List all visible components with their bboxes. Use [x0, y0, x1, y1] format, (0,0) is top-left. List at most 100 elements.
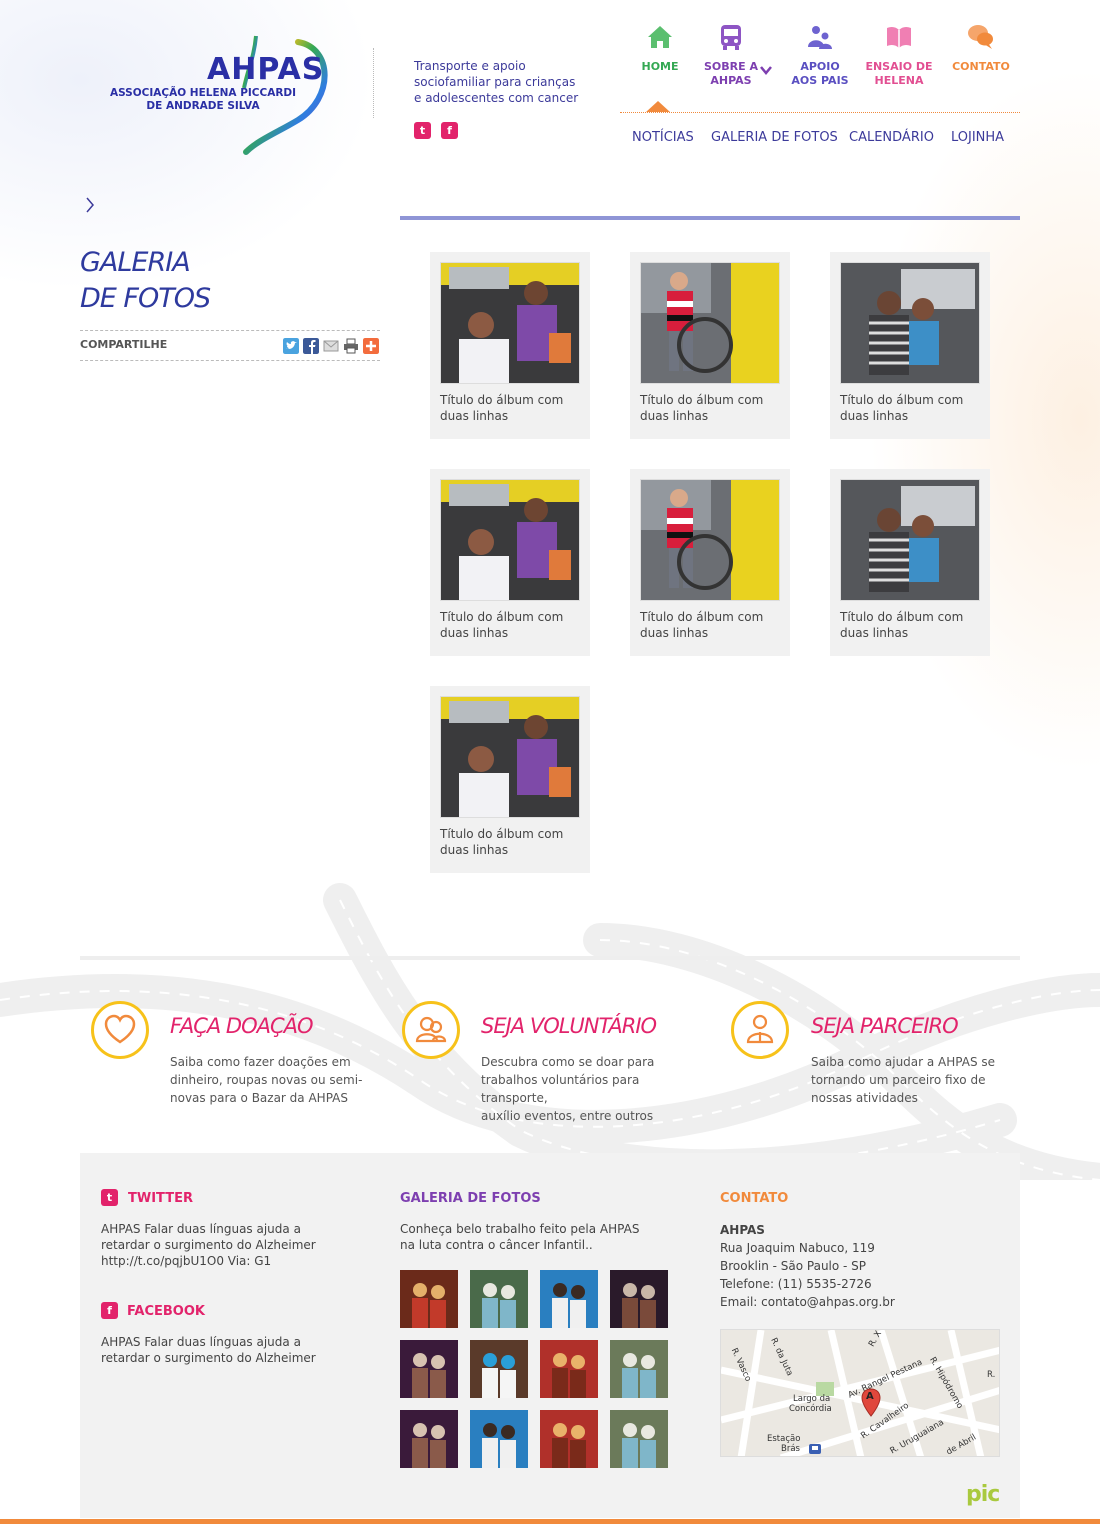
pic-credit-logo[interactable]: pic	[966, 1482, 1000, 1507]
album-photo[interactable]	[640, 479, 780, 601]
facebook-line2: retardar o surgimento do Alzheimer	[101, 1351, 316, 1365]
subnav-galeria[interactable]: GALERIA DE FOTOS	[711, 130, 838, 145]
chat-icon	[968, 25, 993, 49]
tagline-line2: sociofamiliar para crianças	[414, 75, 576, 89]
album-card[interactable]: Título do álbum com duas linhas	[430, 469, 590, 656]
cta-donate-title[interactable]: FAÇA DOAÇÃO	[170, 1014, 314, 1038]
album-card[interactable]: Título do álbum com duas linhas	[630, 469, 790, 656]
nav-active-indicator	[646, 101, 670, 112]
footer-gallery-title[interactable]: GALERIA DE FOTOS	[400, 1191, 541, 1206]
logo-wordmark[interactable]: AHPAS	[207, 52, 324, 87]
album-card[interactable]: Título do álbum com duas linhas	[430, 686, 590, 873]
album-title-line1: Título do álbum com	[440, 610, 564, 624]
people-icon	[808, 26, 832, 49]
heart-icon	[104, 1014, 136, 1044]
map-label-concordia: Concórdia	[789, 1404, 832, 1414]
cta-divider	[80, 956, 1020, 960]
twitter-icon[interactable]: t	[414, 122, 431, 139]
footer-thumbnail[interactable]	[470, 1340, 528, 1398]
nav-sobre-label2: AHPAS	[710, 74, 752, 87]
album-title-line1: Título do álbum com	[440, 827, 564, 841]
chevron-right-icon[interactable]	[84, 196, 96, 214]
subnav-lojinha[interactable]: LOJINHA	[951, 130, 1004, 145]
facebook-icon[interactable]: f	[441, 122, 458, 139]
album-title-line1: Título do álbum com	[840, 610, 964, 624]
map-label-r: R.	[987, 1370, 996, 1380]
footer-contact-title[interactable]: CONTATO	[720, 1191, 788, 1206]
contact-city: Brooklin - São Paulo - SP	[720, 1259, 867, 1273]
contact-phone: Telefone: (11) 5535-2726	[720, 1277, 872, 1291]
nav-home-label: HOME	[641, 60, 679, 73]
album-title-line2: duas linhas	[840, 409, 909, 423]
facebook-line1: AHPAS Falar duas línguas ajuda a	[101, 1335, 301, 1349]
footer-thumbnail[interactable]	[400, 1270, 458, 1328]
book-icon	[887, 26, 911, 48]
footer-thumbnail[interactable]	[470, 1270, 528, 1328]
footer-thumbnail[interactable]	[540, 1340, 598, 1398]
share-email-icon[interactable]	[323, 338, 339, 354]
footer-facebook-icon[interactable]: f	[101, 1302, 118, 1319]
footer-thumbnail[interactable]	[400, 1340, 458, 1398]
album-title: Título do álbum com duas linhas	[840, 392, 985, 424]
album-photo[interactable]	[840, 479, 980, 601]
footer-thumbnail[interactable]	[610, 1340, 668, 1398]
album-card[interactable]: Título do álbum com duas linhas	[830, 252, 990, 439]
footer-facebook-title[interactable]: FACEBOOK	[127, 1304, 205, 1319]
nav-home[interactable]: HOME	[620, 22, 700, 74]
album-title-line2: duas linhas	[640, 409, 709, 423]
location-map[interactable]: Largo da Concórdia Estação Brás R. Vasco…	[720, 1329, 1000, 1457]
footer-twitter-icon[interactable]: t	[101, 1189, 118, 1206]
contact-email[interactable]: Email: contato@ahpas.org.br	[720, 1293, 1000, 1311]
footer-thumbnail[interactable]	[540, 1410, 598, 1468]
nav-contato[interactable]: CONTATO	[941, 22, 1021, 74]
chevron-down-icon[interactable]	[759, 64, 773, 76]
footer-twitter-title[interactable]: TWITTER	[128, 1191, 193, 1206]
album-title: Título do álbum com duas linhas	[440, 609, 585, 641]
album-title-line1: Título do álbum com	[640, 610, 764, 624]
album-photo[interactable]	[440, 479, 580, 601]
cta-volunteer-title[interactable]: SEJA VOLUNTÁRIO	[481, 1014, 657, 1038]
nav-sobre[interactable]: SOBRE A AHPAS	[691, 22, 771, 88]
footer-thumbnail[interactable]	[540, 1270, 598, 1328]
album-card[interactable]: Título do álbum com duas linhas	[630, 252, 790, 439]
album-title-line2: duas linhas	[440, 843, 509, 857]
share-plus-icon[interactable]	[363, 338, 379, 354]
tweet-link[interactable]: http://t.co/pqjbU1O0 Via: G1	[101, 1253, 341, 1269]
album-card[interactable]: Título do álbum com duas linhas	[830, 469, 990, 656]
footer-thumbnail[interactable]	[400, 1410, 458, 1468]
nav-apoio[interactable]: APOIO AOS PAIS	[780, 22, 860, 88]
cta-partner-line2: tornando um parceiro fixo de	[811, 1073, 986, 1087]
album-title: Título do álbum com duas linhas	[840, 609, 985, 641]
album-photo[interactable]	[440, 262, 580, 384]
page-title-line1: GALERIA	[80, 247, 191, 278]
album-photo[interactable]	[640, 262, 780, 384]
footer-thumbnail[interactable]	[610, 1270, 668, 1328]
footer-thumbnail[interactable]	[470, 1410, 528, 1468]
nav-ensaio-label2: HELENA	[874, 74, 924, 87]
album-title-line1: Título do álbum com	[640, 393, 764, 407]
volunteers-icon	[415, 1016, 447, 1043]
footer-thumbnail[interactable]	[610, 1410, 668, 1468]
cta-partner-circle[interactable]	[731, 1001, 789, 1059]
cta-volunteer-text: Descubra como se doar para trabalhos vol…	[481, 1053, 706, 1125]
album-photo[interactable]	[440, 696, 580, 818]
cta-volunteer-circle[interactable]	[402, 1001, 460, 1059]
album-photo[interactable]	[840, 262, 980, 384]
footer-gallery-text: Conheça belo trabalho feito pela AHPAS n…	[400, 1221, 660, 1253]
cta-partner-title[interactable]: SEJA PARCEIRO	[811, 1014, 959, 1038]
logo-subtitle: ASSOCIAÇÃO HELENA PICCARDI DE ANDRADE SI…	[108, 87, 298, 113]
subnav-noticias[interactable]: NOTÍCIAS	[632, 130, 694, 145]
share-facebook-icon[interactable]	[303, 338, 319, 354]
cta-donate-circle[interactable]	[91, 1001, 149, 1059]
cta-volunteer-line3: auxílio eventos, entre outros	[481, 1109, 654, 1123]
share-twitter-icon[interactable]	[283, 338, 299, 354]
logo-subtitle-line2: DE ANDRADE SILVA	[146, 100, 260, 112]
album-title: Título do álbum com duas linhas	[440, 392, 585, 424]
cta-partner-line1: Saiba como ajudar a AHPAS se	[811, 1055, 996, 1069]
album-card[interactable]: Título do álbum com duas linhas	[430, 252, 590, 439]
nav-ensaio[interactable]: ENSAIO DE HELENA	[859, 22, 939, 88]
tagline-line1: Transporte e apoio	[414, 59, 526, 73]
content-top-bar	[400, 216, 1020, 220]
subnav-calendario[interactable]: CALENDÁRIO	[849, 130, 934, 145]
share-print-icon[interactable]	[343, 338, 359, 354]
